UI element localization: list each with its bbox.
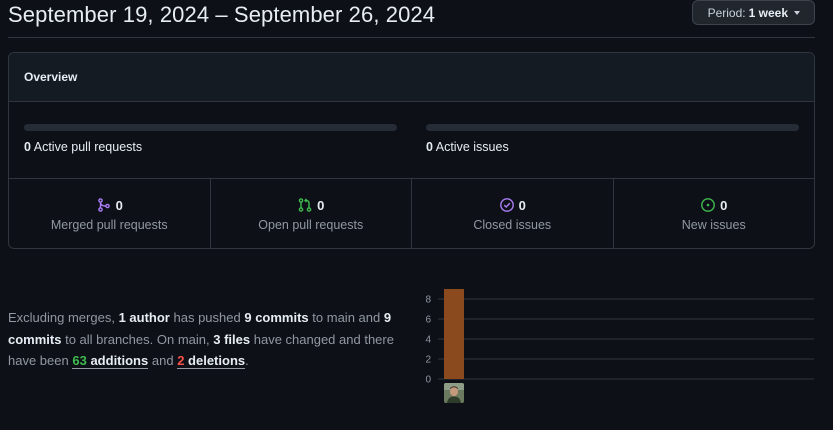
summary-text: has pushed: [173, 310, 241, 325]
active-prs-progress-bar: [24, 124, 397, 131]
commit-summary: Excluding merges, 1 author has pushed 9 …: [8, 307, 418, 372]
active-prs-count: 0: [24, 140, 31, 154]
git-pull-request-icon: [298, 198, 312, 212]
deletions-count: 2: [177, 353, 185, 368]
stat-open-count: 0: [317, 197, 325, 213]
additions-count: 63: [72, 353, 87, 368]
avatar-image: [444, 383, 464, 403]
period-value: 1 week: [748, 5, 788, 20]
y-tick-label: 8: [425, 295, 431, 306]
stat-closed-label: Closed issues: [473, 218, 552, 232]
overview-title: Overview: [9, 53, 814, 102]
stat-merged-prs[interactable]: 0 Merged pull requests: [9, 179, 211, 248]
stat-new-count: 0: [720, 197, 728, 213]
y-tick-label: 4: [425, 335, 431, 346]
stat-open-prs[interactable]: 0 Open pull requests: [211, 179, 412, 248]
date-range-title: September 19, 2024 – September 26, 2024: [8, 2, 436, 27]
stat-new-label: New issues: [681, 218, 746, 232]
issue-closed-icon: [499, 198, 514, 212]
summary-text: .: [245, 353, 249, 368]
stat-merged-label: Merged pull requests: [50, 218, 168, 232]
summary-text: to main and: [312, 310, 381, 325]
additions-link[interactable]: 63 additions: [72, 353, 149, 369]
period-dropdown-button[interactable]: Period: 1 week: [691, 0, 815, 25]
active-prs-summary[interactable]: 0 Active pull requests: [24, 140, 142, 154]
y-tick-label: 2: [425, 355, 431, 366]
active-issues-summary[interactable]: 0 Active issues: [426, 140, 509, 154]
active-prs-label: Active pull requests: [33, 140, 143, 154]
y-tick-label: 6: [425, 315, 431, 326]
summary-text: and: [151, 353, 174, 368]
active-issues-progress-bar: [426, 124, 799, 131]
summary-authors: 1 author: [118, 310, 170, 325]
active-issues-count: 0: [426, 140, 433, 154]
page-header: September 19, 2024 – September 26, 2024 …: [8, 0, 815, 38]
summary-commits-main: 9 commits: [244, 310, 309, 325]
stat-new-issues[interactable]: 0 New issues: [614, 179, 815, 248]
avatar[interactable]: [444, 383, 464, 403]
git-merge-icon: [97, 198, 110, 212]
overview-panel: Overview 0 Active pull requests 0 Active…: [8, 52, 815, 249]
y-tick-label: 0: [425, 375, 431, 386]
period-label: Period:: [707, 5, 746, 20]
additions-word: additions: [90, 353, 149, 368]
summary-text: to all branches. On main,: [65, 331, 210, 347]
summary-text: Excluding merges,: [8, 310, 115, 325]
active-issues-label: Active issues: [435, 140, 509, 154]
stat-open-label: Open pull requests: [258, 218, 364, 232]
summary-files: 3 files: [213, 331, 251, 347]
commit-bar[interactable]: [444, 289, 464, 379]
stat-merged-count: 0: [115, 197, 123, 213]
overview-progress-section: 0 Active pull requests 0 Active issues: [9, 102, 814, 179]
overview-stats: 0 Merged pull requests 0 Open pull reque…: [9, 179, 814, 248]
caret-down-icon: [794, 11, 800, 15]
commit-chart: 0 2 4 6 8: [425, 289, 814, 386]
stat-closed-issues[interactable]: 0 Closed issues: [412, 179, 614, 248]
stat-closed-count: 0: [518, 197, 526, 213]
issue-opened-icon: [701, 198, 716, 212]
deletions-word: deletions: [188, 353, 246, 368]
deletions-link[interactable]: 2 deletions: [177, 353, 246, 369]
